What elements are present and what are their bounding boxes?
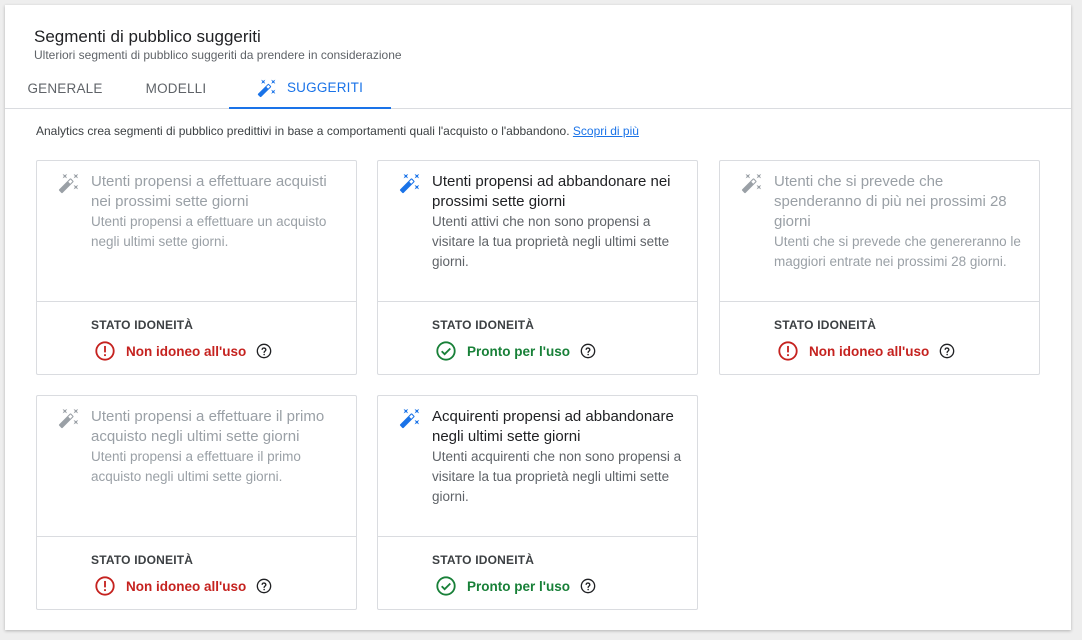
- eligibility-label: STATO IDONEITÀ: [91, 318, 194, 332]
- page-subtitle: Ulteriori segmenti di pubblico suggeriti…: [34, 48, 402, 62]
- eligibility-status: Non idoneo all'uso: [777, 339, 955, 363]
- card-title: Utenti propensi ad abbandonare nei pross…: [432, 173, 671, 210]
- status-text: Non idoneo all'uso: [809, 343, 930, 359]
- help-icon[interactable]: [256, 578, 272, 594]
- status-text: Pronto per l'uso: [467, 343, 570, 359]
- card-description: Utenti attivi che non sono propensi a vi…: [432, 214, 670, 269]
- check-circle-icon: [435, 340, 457, 362]
- tab-label: SUGGERITI: [286, 80, 364, 95]
- error-icon: [94, 575, 116, 597]
- error-icon: [777, 340, 799, 362]
- status-text: Non idoneo all'uso: [126, 343, 247, 359]
- card-body: Utenti propensi a effettuare il primo ac…: [91, 407, 341, 487]
- help-icon[interactable]: [580, 343, 596, 359]
- card-body: Utenti propensi a effettuare acquisti ne…: [91, 172, 341, 252]
- card-divider: [720, 301, 1039, 302]
- card-divider: [378, 536, 697, 537]
- card-body: Acquirenti propensi ad abbandonare negli…: [432, 407, 682, 507]
- eligibility-label: STATO IDONEITÀ: [91, 553, 194, 567]
- card-description: Utenti acquirenti che non sono propensi …: [432, 449, 682, 504]
- tab-generale[interactable]: GENERALE: [5, 68, 125, 109]
- tab-bar: GENERALE MODELLI SUGGERITI: [5, 68, 1071, 109]
- magic-wand-icon: [257, 78, 277, 98]
- panel-header: Segmenti di pubblico suggeriti Ulteriori…: [34, 27, 402, 62]
- card-body: Utenti propensi ad abbandonare nei pross…: [432, 172, 682, 272]
- page-title: Segmenti di pubblico suggeriti: [34, 27, 261, 46]
- card-title: Acquirenti propensi ad abbandonare negli…: [432, 408, 674, 445]
- help-icon[interactable]: [939, 343, 955, 359]
- magic-wand-icon: [58, 172, 82, 196]
- tab-label: MODELLI: [145, 81, 207, 96]
- audience-card-top-spenders-28d[interactable]: Utenti che si prevede che spenderanno di…: [719, 160, 1040, 375]
- eligibility-status: Non idoneo all'uso: [94, 339, 272, 363]
- learn-more-link[interactable]: Scopri di più: [573, 124, 639, 138]
- check-circle-icon: [435, 575, 457, 597]
- card-title: Utenti propensi a effettuare acquisti ne…: [91, 173, 327, 210]
- card-divider: [378, 301, 697, 302]
- card-title: Utenti che si prevede che spenderanno di…: [774, 173, 1007, 230]
- intro-text: Analytics crea segmenti di pubblico pred…: [36, 124, 639, 138]
- card-description: Utenti propensi a effettuare un acquisto…: [91, 214, 327, 249]
- card-description: Utenti che si prevede che genereranno le…: [774, 234, 1021, 269]
- audience-card-purchasers-7d[interactable]: Utenti propensi a effettuare acquisti ne…: [36, 160, 357, 375]
- error-icon: [94, 340, 116, 362]
- card-description: Utenti propensi a effettuare il primo ac…: [91, 449, 301, 484]
- card-divider: [37, 536, 356, 537]
- status-text: Non idoneo all'uso: [126, 578, 247, 594]
- magic-wand-icon: [58, 407, 82, 431]
- eligibility-status: Non idoneo all'uso: [94, 574, 272, 598]
- audience-card-churning-7d[interactable]: Utenti propensi ad abbandonare nei pross…: [377, 160, 698, 375]
- card-title: Utenti propensi a effettuare il primo ac…: [91, 408, 325, 445]
- tab-label: GENERALE: [27, 81, 103, 96]
- tab-suggeriti[interactable]: SUGGERITI: [229, 68, 391, 109]
- card-body: Utenti che si prevede che spenderanno di…: [774, 172, 1024, 272]
- magic-wand-icon: [741, 172, 765, 196]
- intro-description: Analytics crea segmenti di pubblico pred…: [36, 124, 570, 138]
- status-text: Pronto per l'uso: [467, 578, 570, 594]
- audience-card-churning-purchasers-7d[interactable]: Acquirenti propensi ad abbandonare negli…: [377, 395, 698, 610]
- eligibility-label: STATO IDONEITÀ: [432, 318, 535, 332]
- suggested-audiences-panel: Segmenti di pubblico suggeriti Ulteriori…: [5, 5, 1071, 630]
- help-icon[interactable]: [580, 578, 596, 594]
- eligibility-label: STATO IDONEITÀ: [432, 553, 535, 567]
- eligibility-label: STATO IDONEITÀ: [774, 318, 877, 332]
- card-divider: [37, 301, 356, 302]
- audience-card-first-purchasers-7d[interactable]: Utenti propensi a effettuare il primo ac…: [36, 395, 357, 610]
- eligibility-status: Pronto per l'uso: [435, 339, 596, 363]
- help-icon[interactable]: [256, 343, 272, 359]
- magic-wand-icon: [399, 172, 423, 196]
- magic-wand-icon: [399, 407, 423, 431]
- tab-modelli[interactable]: MODELLI: [117, 68, 235, 109]
- eligibility-status: Pronto per l'uso: [435, 574, 596, 598]
